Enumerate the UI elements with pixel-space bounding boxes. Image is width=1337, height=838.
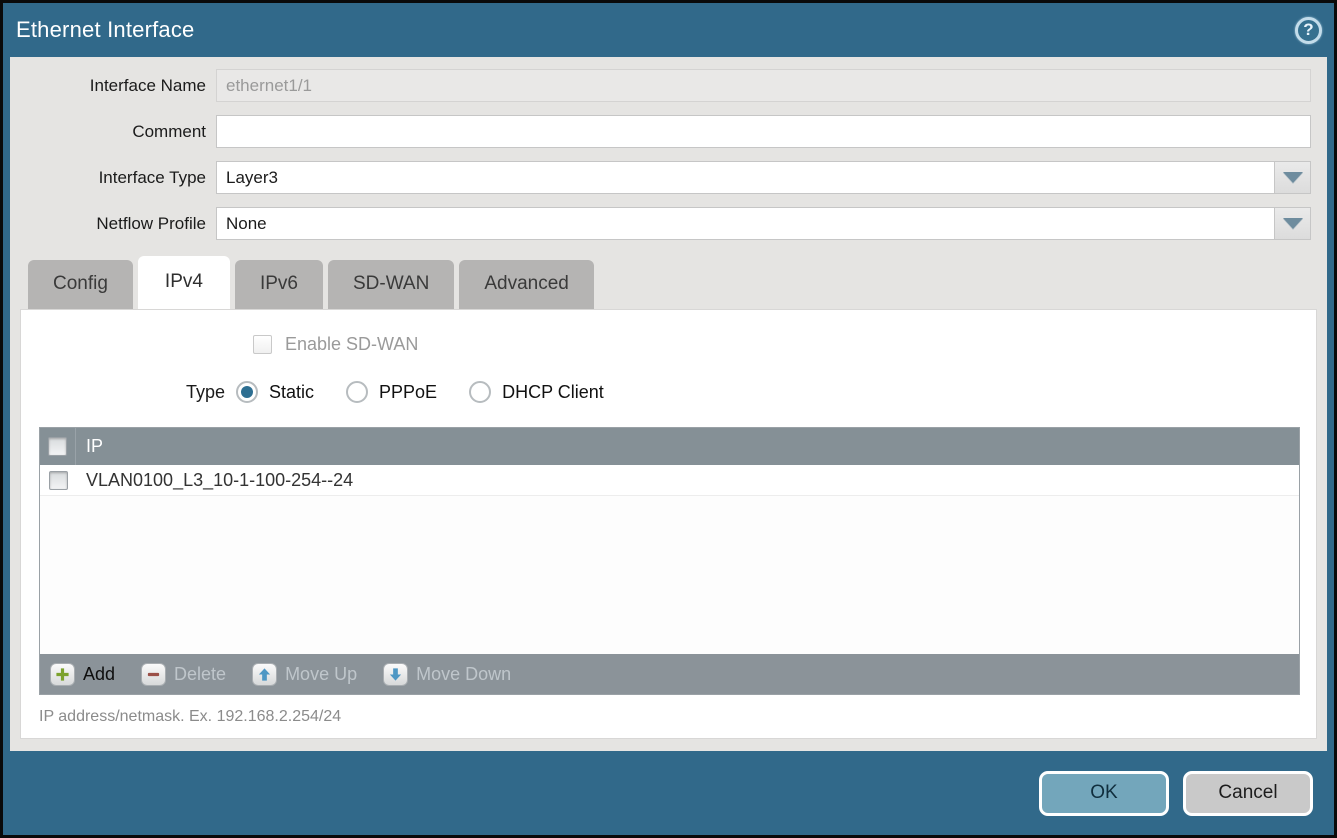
tab-bar: Config IPv4 IPv6 SD-WAN Advanced bbox=[28, 256, 1317, 309]
dialog-title: Ethernet Interface bbox=[16, 17, 194, 43]
radio-dhcp-client-control[interactable] bbox=[469, 381, 491, 403]
add-button[interactable]: Add bbox=[50, 663, 115, 686]
tab-ipv6[interactable]: IPv6 bbox=[235, 260, 323, 309]
interface-type-label: Interface Type bbox=[20, 168, 216, 188]
move-down-button-label: Move Down bbox=[416, 664, 511, 685]
add-button-label: Add bbox=[83, 664, 115, 685]
comment-field[interactable] bbox=[216, 115, 1311, 148]
ipv4-tab-panel: Enable SD-WAN Type Static PPPoE DHCP C bbox=[20, 309, 1317, 739]
tab-ipv4[interactable]: IPv4 bbox=[138, 256, 230, 309]
ip-table-header: IP bbox=[40, 428, 1299, 465]
table-row[interactable]: VLAN0100_L3_10-1-100-254--24 bbox=[40, 465, 1299, 496]
ip-cell[interactable]: VLAN0100_L3_10-1-100-254--24 bbox=[76, 470, 353, 491]
enable-sdwan-checkbox bbox=[253, 335, 272, 354]
move-up-button[interactable]: Move Up bbox=[252, 663, 357, 686]
delete-button[interactable]: Delete bbox=[141, 663, 226, 686]
form-row-interface-name: Interface Name bbox=[20, 69, 1311, 102]
tab-sd-wan[interactable]: SD-WAN bbox=[328, 260, 454, 309]
netflow-profile-dropdown-button[interactable] bbox=[1274, 207, 1311, 240]
table-toolbar: Add Delete Move Up bbox=[40, 654, 1299, 694]
move-down-button[interactable]: Move Down bbox=[383, 663, 511, 686]
row-checkbox[interactable] bbox=[49, 471, 68, 490]
netflow-profile-value[interactable]: None bbox=[216, 207, 1274, 240]
chevron-down-icon bbox=[1283, 218, 1303, 229]
radio-pppoe[interactable]: PPPoE bbox=[346, 381, 437, 403]
radio-static[interactable]: Static bbox=[236, 381, 314, 403]
ok-button[interactable]: OK bbox=[1039, 771, 1169, 816]
radio-static-label: Static bbox=[269, 382, 314, 403]
select-all-checkbox[interactable] bbox=[48, 437, 67, 456]
delete-button-label: Delete bbox=[174, 664, 226, 685]
enable-sdwan-label: Enable SD-WAN bbox=[285, 334, 418, 355]
radio-static-control[interactable] bbox=[236, 381, 258, 403]
cancel-button[interactable]: Cancel bbox=[1183, 771, 1313, 816]
form-row-interface-type: Interface Type Layer3 bbox=[20, 161, 1311, 194]
radio-dhcp-client-label: DHCP Client bbox=[502, 382, 604, 403]
radio-dhcp-client[interactable]: DHCP Client bbox=[469, 381, 604, 403]
interface-name-label: Interface Name bbox=[20, 76, 216, 96]
ip-helper-text: IP address/netmask. Ex. 192.168.2.254/24 bbox=[39, 708, 1316, 726]
ip-column-header[interactable]: IP bbox=[76, 436, 103, 457]
ethernet-interface-dialog: Ethernet Interface ? Interface Name Comm… bbox=[0, 0, 1337, 838]
radio-pppoe-label: PPPoE bbox=[379, 382, 437, 403]
form-row-netflow-profile: Netflow Profile None bbox=[20, 207, 1311, 240]
comment-label: Comment bbox=[20, 122, 216, 142]
radio-pppoe-control[interactable] bbox=[346, 381, 368, 403]
titlebar: Ethernet Interface ? bbox=[3, 3, 1334, 57]
enable-sdwan-row: Enable SD-WAN bbox=[253, 332, 1316, 356]
netflow-profile-dropdown[interactable]: None bbox=[216, 207, 1311, 240]
tab-config[interactable]: Config bbox=[28, 260, 133, 309]
dialog-body: Interface Name Comment Interface Type La… bbox=[10, 57, 1327, 751]
table-empty-area bbox=[40, 496, 1299, 654]
interface-name-field bbox=[216, 69, 1311, 102]
tab-advanced[interactable]: Advanced bbox=[459, 260, 594, 309]
interface-type-value[interactable]: Layer3 bbox=[216, 161, 1274, 194]
move-down-icon bbox=[383, 663, 408, 686]
type-row: Type Static PPPoE DHCP Client bbox=[21, 378, 1316, 406]
move-up-button-label: Move Up bbox=[285, 664, 357, 685]
ip-table: IP VLAN0100_L3_10-1-100-254--24 Ad bbox=[39, 427, 1300, 695]
help-icon[interactable]: ? bbox=[1295, 17, 1322, 44]
add-icon bbox=[50, 663, 75, 686]
netflow-profile-label: Netflow Profile bbox=[20, 214, 216, 234]
form-row-comment: Comment bbox=[20, 115, 1311, 148]
interface-type-dropdown-button[interactable] bbox=[1274, 161, 1311, 194]
type-label: Type bbox=[21, 382, 236, 403]
chevron-down-icon bbox=[1283, 172, 1303, 183]
type-radio-group: Static PPPoE DHCP Client bbox=[236, 381, 636, 403]
dialog-footer: OK Cancel bbox=[3, 751, 1334, 835]
delete-icon bbox=[141, 663, 166, 686]
move-up-icon bbox=[252, 663, 277, 686]
interface-type-dropdown[interactable]: Layer3 bbox=[216, 161, 1311, 194]
